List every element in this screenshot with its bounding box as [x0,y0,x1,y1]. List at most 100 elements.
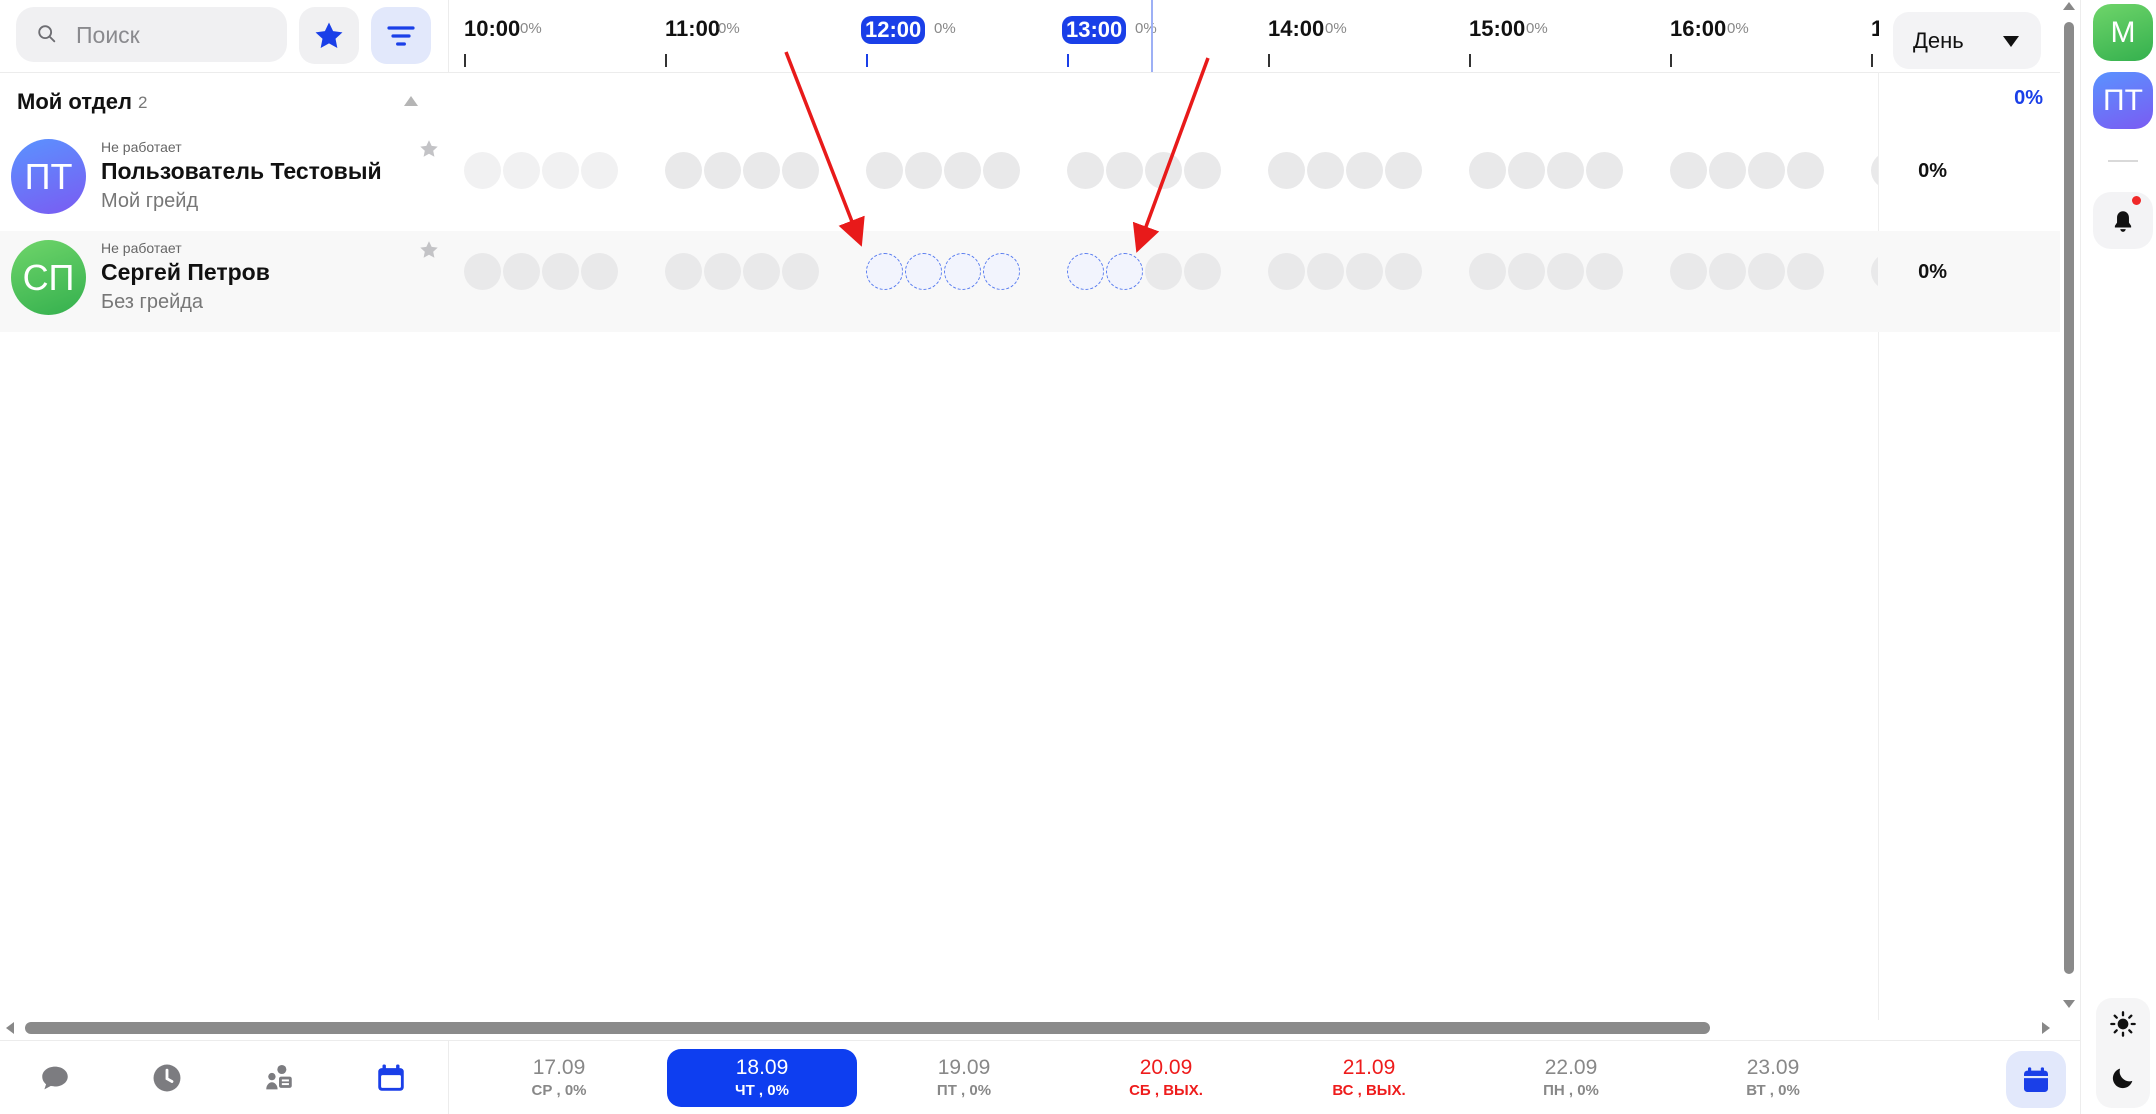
time-slot[interactable] [905,253,942,290]
time-slot[interactable] [983,152,1020,189]
chat-button[interactable] [32,1055,78,1101]
vertical-scrollbar[interactable] [2060,0,2078,1020]
time-slot[interactable] [944,152,981,189]
time-slot[interactable] [503,152,540,189]
calendar-nav-button[interactable] [368,1055,414,1101]
time-slot[interactable] [743,253,780,290]
time-slot[interactable] [1385,152,1422,189]
time-slot[interactable] [665,152,702,189]
day-item[interactable]: 22.09 ПН , 0% [1476,1049,1666,1107]
hour-label: 14:00 [1268,16,1325,41]
time-slot[interactable] [542,253,579,290]
time-tracking-button[interactable] [144,1055,190,1101]
time-slot[interactable] [1067,253,1104,290]
time-slot[interactable] [1385,253,1422,290]
day-item[interactable]: 23.09 ВТ , 0% [1678,1049,1868,1107]
time-slot[interactable] [542,152,579,189]
time-slot[interactable] [1106,152,1143,189]
search-box[interactable] [16,7,287,62]
scroll-right-icon[interactable] [2042,1022,2050,1034]
user-name[interactable]: Сергей Петров [101,259,270,286]
time-slot[interactable] [581,253,618,290]
time-slot[interactable] [1346,152,1383,189]
dark-theme-button[interactable] [2103,1058,2143,1098]
time-slot[interactable] [1145,253,1182,290]
notifications-button[interactable] [2093,192,2153,249]
time-slot[interactable] [1469,253,1506,290]
time-slot[interactable] [1307,253,1344,290]
time-slot[interactable] [1871,253,1878,290]
filter-button[interactable] [371,7,431,64]
time-slot[interactable] [905,152,942,189]
time-slot[interactable] [1067,152,1104,189]
day-item[interactable]: 17.09 СР , 0% [464,1049,654,1107]
scroll-left-icon[interactable] [6,1022,14,1034]
workspace-avatar[interactable]: М [2093,4,2153,61]
time-slot[interactable] [1184,253,1221,290]
time-slot[interactable] [464,253,501,290]
favorite-star-icon[interactable] [418,239,440,261]
time-slot[interactable] [866,253,903,290]
search-input[interactable] [76,15,276,55]
time-slot[interactable] [1547,253,1584,290]
time-slot[interactable] [944,253,981,290]
avatar[interactable]: ПТ [11,139,86,214]
time-slot[interactable] [1709,152,1746,189]
time-slot[interactable] [581,152,618,189]
scroll-up-icon[interactable] [2063,2,2075,10]
time-slot[interactable] [1871,152,1878,189]
view-mode-select[interactable]: День [1893,12,2041,69]
time-slot[interactable] [866,152,903,189]
sun-icon [2110,1011,2136,1037]
day-summary: ВТ , 0% [1746,1082,1800,1099]
day-item-active[interactable]: 18.09 ЧТ , 0% [667,1049,857,1107]
scroll-down-icon[interactable] [2063,1000,2075,1008]
time-slot[interactable] [1748,152,1785,189]
horizontal-scrollbar[interactable] [0,1018,2060,1038]
time-slot[interactable] [503,253,540,290]
horizontal-scroll-thumb[interactable] [25,1022,1710,1034]
time-slot[interactable] [1268,152,1305,189]
day-item-weekend[interactable]: 20.09 СБ , ВЫХ. [1071,1049,1261,1107]
light-theme-button[interactable] [2103,1004,2143,1044]
time-slot[interactable] [1586,152,1623,189]
group-count: 2 [138,93,148,112]
time-slot[interactable] [1670,253,1707,290]
user-name[interactable]: Пользователь Тестовый [101,158,382,185]
time-slot[interactable] [1547,152,1584,189]
time-slot[interactable] [1787,152,1824,189]
team-button[interactable] [256,1055,302,1101]
vertical-scroll-thumb[interactable] [2064,22,2074,974]
time-slot[interactable] [704,152,741,189]
favorite-star-icon[interactable] [418,138,440,160]
time-slot[interactable] [782,152,819,189]
avatar[interactable]: СП [11,240,86,315]
day-item[interactable]: 19.09 ПТ , 0% [869,1049,1059,1107]
time-slot[interactable] [782,253,819,290]
right-sidebar: М ПТ [2080,0,2156,1114]
time-slot[interactable] [1346,253,1383,290]
time-slot[interactable] [464,152,501,189]
profile-avatar[interactable]: ПТ [2093,72,2153,129]
time-slot[interactable] [1268,253,1305,290]
time-slot[interactable] [665,253,702,290]
favorites-button[interactable] [299,7,359,64]
time-slot[interactable] [1670,152,1707,189]
time-slot[interactable] [704,253,741,290]
time-slot[interactable] [1748,253,1785,290]
time-slot[interactable] [1508,152,1545,189]
collapse-up-icon[interactable] [404,96,418,106]
time-slot[interactable] [1184,152,1221,189]
time-slot[interactable] [743,152,780,189]
time-slot[interactable] [1709,253,1746,290]
time-slot[interactable] [1307,152,1344,189]
date-picker-button[interactable] [2006,1051,2066,1108]
time-slot[interactable] [1469,152,1506,189]
time-slot[interactable] [983,253,1020,290]
time-slot[interactable] [1106,253,1143,290]
time-slot[interactable] [1508,253,1545,290]
time-slot[interactable] [1787,253,1824,290]
day-item-weekend[interactable]: 21.09 ВС , ВЫХ. [1274,1049,1464,1107]
time-slot[interactable] [1586,253,1623,290]
time-slot[interactable] [1145,152,1182,189]
